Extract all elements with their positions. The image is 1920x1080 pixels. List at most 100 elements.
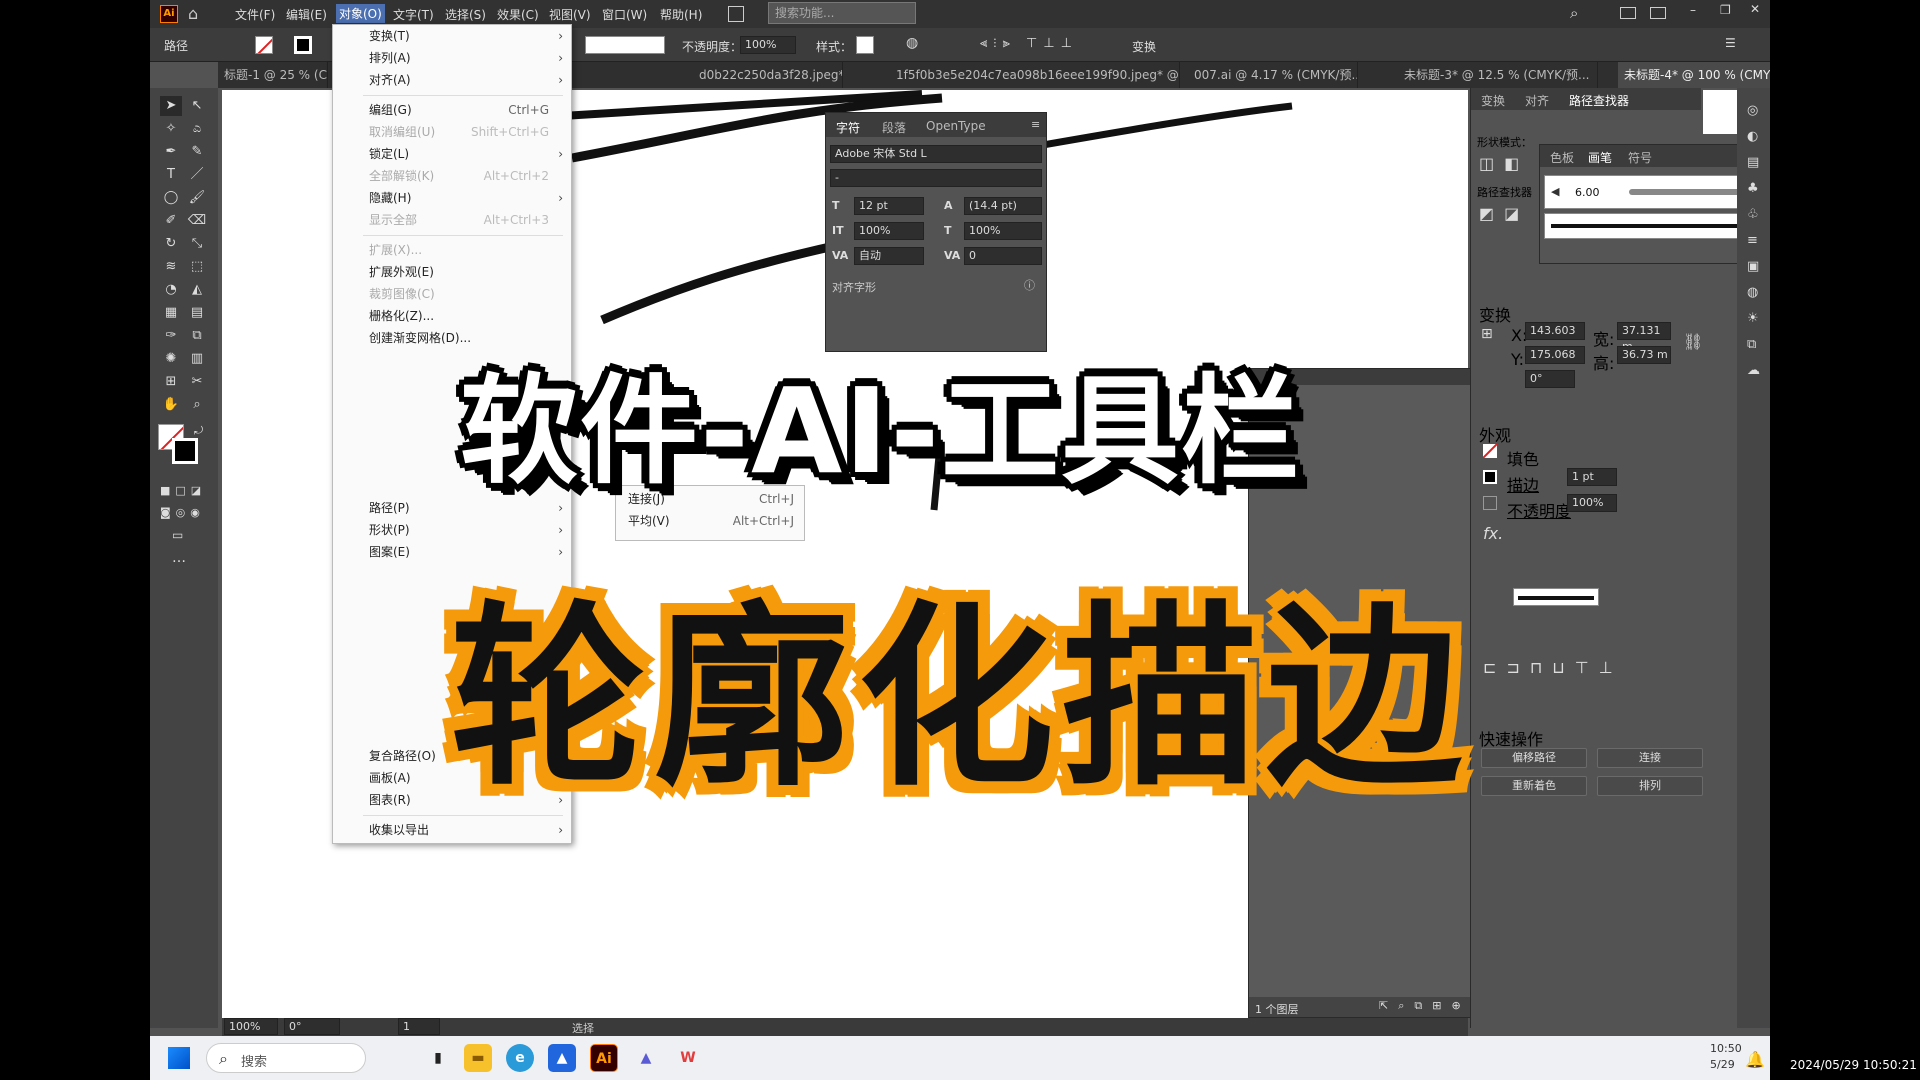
artboard-tool-icon[interactable]: ⊞: [160, 372, 182, 392]
vertical-scale-field[interactable]: 100%: [854, 222, 924, 240]
ellipse-tool-icon[interactable]: ◯: [160, 188, 182, 208]
stroke-weight-field[interactable]: 1 pt: [1567, 468, 1617, 486]
tab-brushes[interactable]: 画笔: [1588, 149, 1612, 166]
eyedropper-tool-icon[interactable]: ✑: [160, 326, 182, 346]
appearance-stroke-swatch[interactable]: [1483, 470, 1497, 484]
style-swatch[interactable]: [856, 36, 874, 54]
close-icon[interactable]: ✕: [1750, 2, 1760, 16]
tab-symbols[interactable]: 符号: [1628, 149, 1652, 166]
object-menu-rasterize[interactable]: 栅格化(Z)...: [333, 305, 571, 327]
menu-select[interactable]: 选择(S): [445, 6, 486, 23]
search-box[interactable]: 搜索功能...: [768, 2, 916, 24]
gradient-tool-icon[interactable]: ▤: [186, 303, 208, 323]
arrange-button[interactable]: 排列: [1597, 776, 1703, 796]
fill-swatch[interactable]: [255, 36, 273, 54]
search-icon[interactable]: ⌕: [1570, 4, 1578, 22]
edge-icon[interactable]: e: [506, 1044, 534, 1072]
link-proportions-icon[interactable]: ⛓: [1683, 332, 1703, 351]
object-menu-ungroup[interactable]: 取消编组(U) Shift+Ctrl+G: [333, 121, 571, 143]
rotate-tool-icon[interactable]: ↻: [160, 234, 182, 254]
appearance-fill-swatch[interactable]: [1483, 444, 1497, 458]
photos-icon[interactable]: ▲: [548, 1044, 576, 1072]
object-menu-unlock-all[interactable]: 全部解锁(K) Alt+Ctrl+2: [333, 165, 571, 187]
scale-tool-icon[interactable]: ⤡: [186, 234, 208, 254]
app-a-icon[interactable]: ▲: [632, 1044, 660, 1072]
illustrator-taskbar-icon[interactable]: Ai: [590, 1044, 618, 1072]
share-icon[interactable]: [728, 6, 744, 22]
opacity-field[interactable]: 100%: [740, 36, 796, 54]
file-explorer-icon[interactable]: ▬: [464, 1044, 492, 1072]
paintbrush-tool-icon[interactable]: 🖌: [186, 188, 208, 208]
appearance-opacity-field[interactable]: 100%: [1567, 494, 1617, 512]
zoom-field[interactable]: 100%: [224, 1018, 278, 1035]
line-tool-icon[interactable]: ／: [186, 165, 208, 185]
screen-mode-icon[interactable]: ▭: [172, 528, 183, 542]
tab-opentype[interactable]: OpenType: [926, 119, 986, 133]
stroke-link[interactable]: 描边: [1507, 472, 1539, 496]
height-field[interactable]: 36.73 m: [1617, 346, 1671, 364]
color-mode-icons[interactable]: ■□◪: [160, 484, 206, 497]
offset-path-button[interactable]: 偏移路径: [1481, 748, 1587, 768]
object-menu-arrange[interactable]: 排列(A) ›: [333, 47, 571, 69]
artboard-number-field[interactable]: 1: [398, 1018, 440, 1035]
font-family-select[interactable]: Adobe 宋体 Std L: [830, 145, 1042, 163]
stroke-swatch[interactable]: [294, 36, 312, 54]
x-field[interactable]: 143.603: [1525, 322, 1585, 340]
zoom-tool-icon[interactable]: ⌕: [186, 395, 208, 415]
join-button[interactable]: 连接: [1597, 748, 1703, 768]
leading-field[interactable]: (14.4 pt): [964, 197, 1042, 215]
object-menu-hide[interactable]: 隐藏(H) ›: [333, 187, 571, 209]
menu-window[interactable]: 窗口(W): [602, 6, 647, 23]
horizontal-scale-field[interactable]: 100%: [964, 222, 1042, 240]
mesh-tool-icon[interactable]: ▦: [160, 303, 182, 323]
object-menu-shape[interactable]: 形状(P) ›: [333, 519, 571, 541]
restore-icon[interactable]: ❐: [1720, 3, 1731, 17]
curvature-tool-icon[interactable]: ✎: [186, 142, 208, 162]
tab-swatches[interactable]: 色板: [1550, 149, 1574, 166]
object-menu-align[interactable]: 对齐(A) ›: [333, 69, 571, 91]
type-tool-icon[interactable]: T: [160, 165, 182, 185]
object-menu-crop-image[interactable]: 裁剪图像(C): [333, 283, 571, 305]
taskbar-search-box[interactable]: ⌕ 搜索: [206, 1043, 366, 1073]
perspective-tool-icon[interactable]: ◭: [186, 280, 208, 300]
menu-edit[interactable]: 编辑(E): [286, 6, 327, 23]
object-menu-expand[interactable]: 扩展(X)...: [333, 239, 571, 261]
tab-pathfinder[interactable]: 路径查找器: [1569, 92, 1629, 109]
pen-tool-icon[interactable]: ✒: [160, 142, 182, 162]
object-menu-transform[interactable]: 变换(T) ›: [333, 25, 571, 47]
font-size-field[interactable]: 12 pt: [854, 197, 924, 215]
notification-icon[interactable]: 🔔: [1745, 1050, 1765, 1069]
blend-tool-icon[interactable]: ⧉: [186, 326, 208, 346]
panel-layout-icon[interactable]: [1650, 7, 1666, 19]
object-menu-expand-appearance[interactable]: 扩展外观(E): [333, 261, 571, 283]
rotate-field[interactable]: 0°: [1525, 370, 1575, 388]
selection-tool-icon[interactable]: ➤: [160, 96, 182, 116]
fx-icon[interactable]: fx.: [1483, 524, 1503, 543]
lasso-tool-icon[interactable]: ಎ: [186, 119, 208, 139]
width-field[interactable]: 37.131 m: [1617, 322, 1671, 353]
panel-menu-icon[interactable]: ≡: [1031, 118, 1040, 131]
tab-doc-2[interactable]: d0b22c250da3f28.jpeg*: [693, 62, 843, 88]
panel-icons-column[interactable]: ◎ ◐ ▤ ♣ ♧ ≡ ▣ ◍ ☀ ⧉ ☁: [1747, 98, 1763, 384]
tab-align[interactable]: 对齐: [1525, 92, 1549, 109]
graph-tool-icon[interactable]: ▥: [186, 349, 208, 369]
minimize-icon[interactable]: –: [1690, 3, 1696, 17]
menu-effect[interactable]: 效果(C): [497, 6, 539, 23]
font-style-select[interactable]: -: [830, 169, 1042, 187]
more-tools-icon[interactable]: …: [172, 550, 186, 566]
wps-icon[interactable]: W: [674, 1044, 702, 1072]
shape-mode-icons[interactable]: ◫◧: [1479, 154, 1529, 173]
stroke-color-box[interactable]: [172, 438, 198, 464]
brush-definition-select[interactable]: [1513, 588, 1599, 606]
kerning-field[interactable]: 自动: [854, 247, 924, 265]
menu-object[interactable]: 对象(O): [336, 4, 385, 23]
draw-mode-icons[interactable]: ◙◎◉: [160, 506, 205, 519]
magic-wand-tool-icon[interactable]: ✧: [160, 119, 182, 139]
tab-doc-5[interactable]: 未标题-3* @ 12.5 % (CMYK/预...: [1398, 62, 1598, 88]
reference-point-icon[interactable]: ⊞: [1481, 326, 1493, 342]
windows-start-icon[interactable]: [168, 1047, 190, 1069]
rotate-view-field[interactable]: 0°: [284, 1018, 340, 1035]
recolor-button[interactable]: 重新着色: [1481, 776, 1587, 796]
tab-paragraph[interactable]: 段落: [882, 119, 906, 136]
tab-character[interactable]: 字符: [836, 119, 860, 136]
